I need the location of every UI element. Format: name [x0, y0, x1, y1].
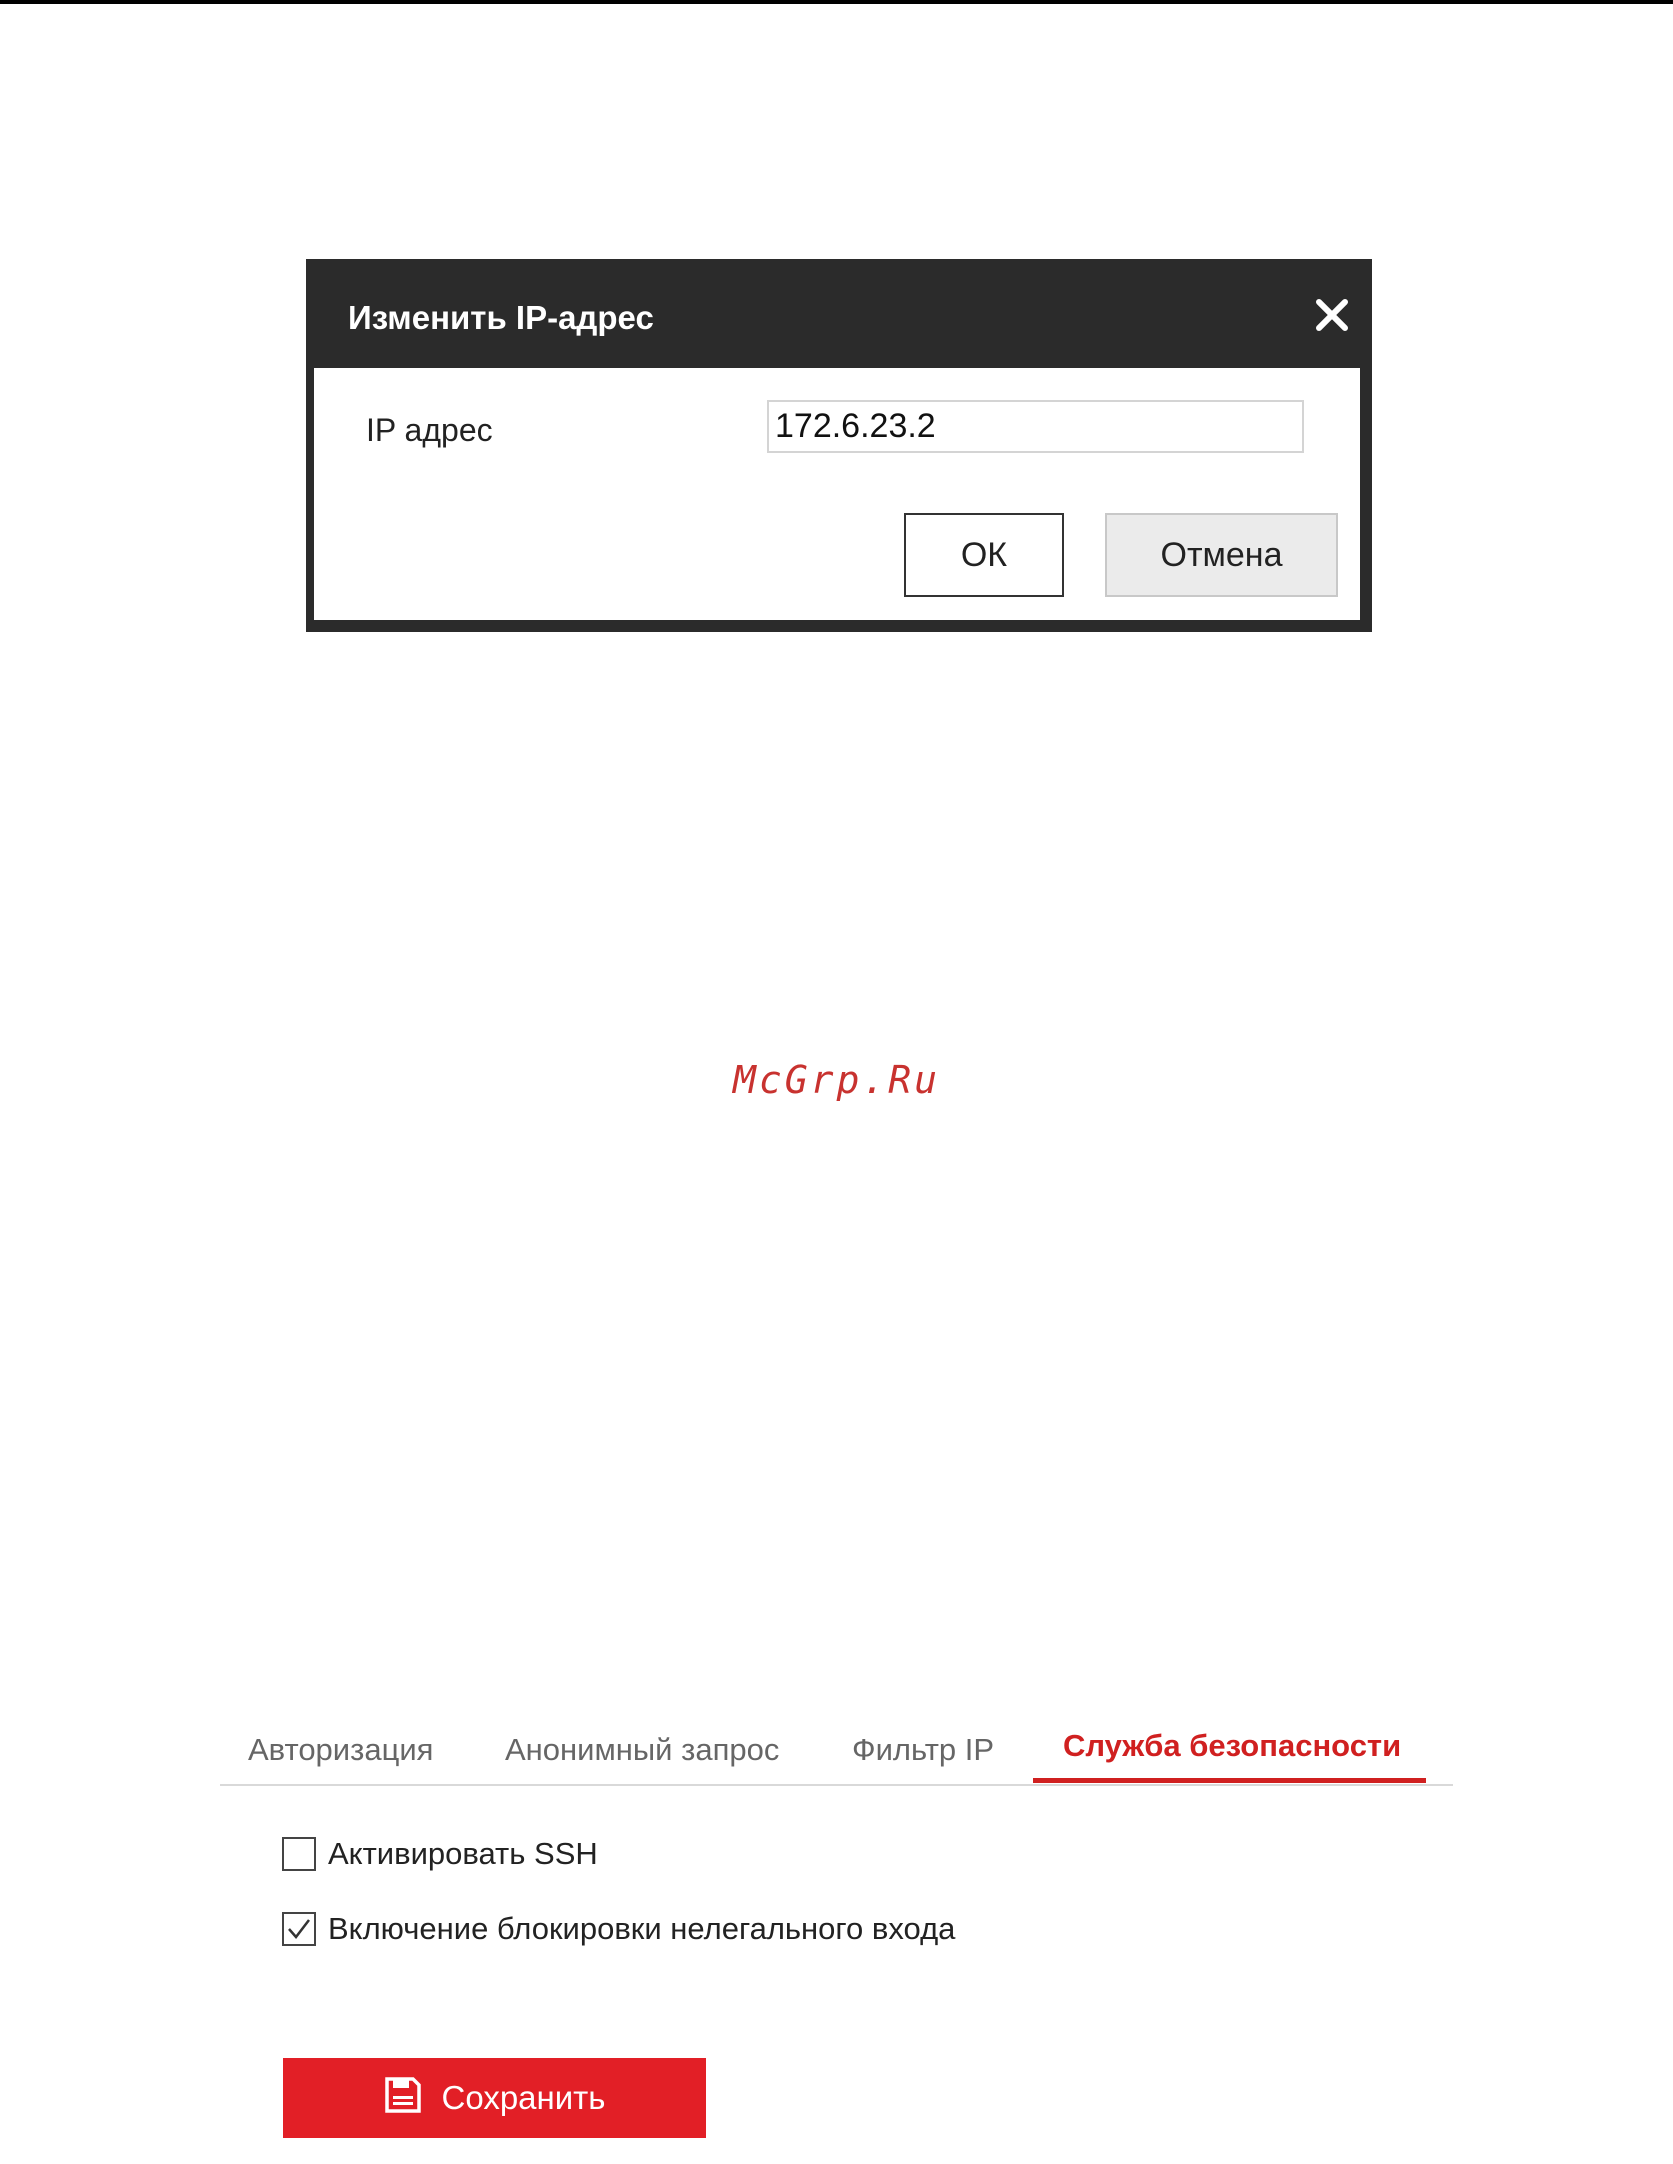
- change-ip-dialog: Изменить IP-адрес IP адрес ОК Отмена: [306, 259, 1372, 632]
- dialog-header: Изменить IP-адрес: [314, 259, 1360, 368]
- floppy-disk-icon: [384, 2077, 421, 2113]
- ip-address-input[interactable]: [767, 400, 1304, 453]
- ssh-checkbox[interactable]: [282, 1837, 316, 1871]
- illegal-login-lock-label: Включение блокировки нелегального входа: [328, 1911, 956, 1946]
- tab-anonymous-request[interactable]: Анонимный запрос: [505, 1732, 779, 1768]
- security-tabs: Авторизация Анонимный запрос Фильтр IP С…: [220, 1718, 1453, 1786]
- page-top-rule: [0, 0, 1673, 4]
- tab-security-service[interactable]: Служба безопасности: [1063, 1728, 1401, 1764]
- illegal-login-lock-checkbox[interactable]: [282, 1912, 316, 1946]
- active-tab-underline: [1033, 1778, 1426, 1783]
- checkmark-icon: [288, 1919, 310, 1939]
- ssh-option-label: Активировать SSH: [328, 1836, 598, 1871]
- option-illegal-login-lock: Включение блокировки нелегального входа: [282, 1911, 955, 1947]
- ok-button[interactable]: ОК: [904, 513, 1064, 597]
- dialog-body: IP адрес ОК Отмена: [314, 368, 1360, 620]
- save-button-label: Сохранить: [441, 2079, 606, 2116]
- option-enable-ssh: Активировать SSH: [282, 1836, 598, 1872]
- cancel-button[interactable]: Отмена: [1105, 513, 1338, 597]
- tab-ip-filter[interactable]: Фильтр IP: [852, 1732, 994, 1768]
- close-icon[interactable]: [1314, 297, 1350, 333]
- dialog-title: Изменить IP-адрес: [348, 299, 654, 336]
- watermark: McGrp.Ru: [732, 1058, 941, 1102]
- tab-authorization[interactable]: Авторизация: [248, 1732, 433, 1768]
- save-button[interactable]: Сохранить: [283, 2058, 706, 2138]
- ip-address-label: IP адрес: [366, 412, 493, 448]
